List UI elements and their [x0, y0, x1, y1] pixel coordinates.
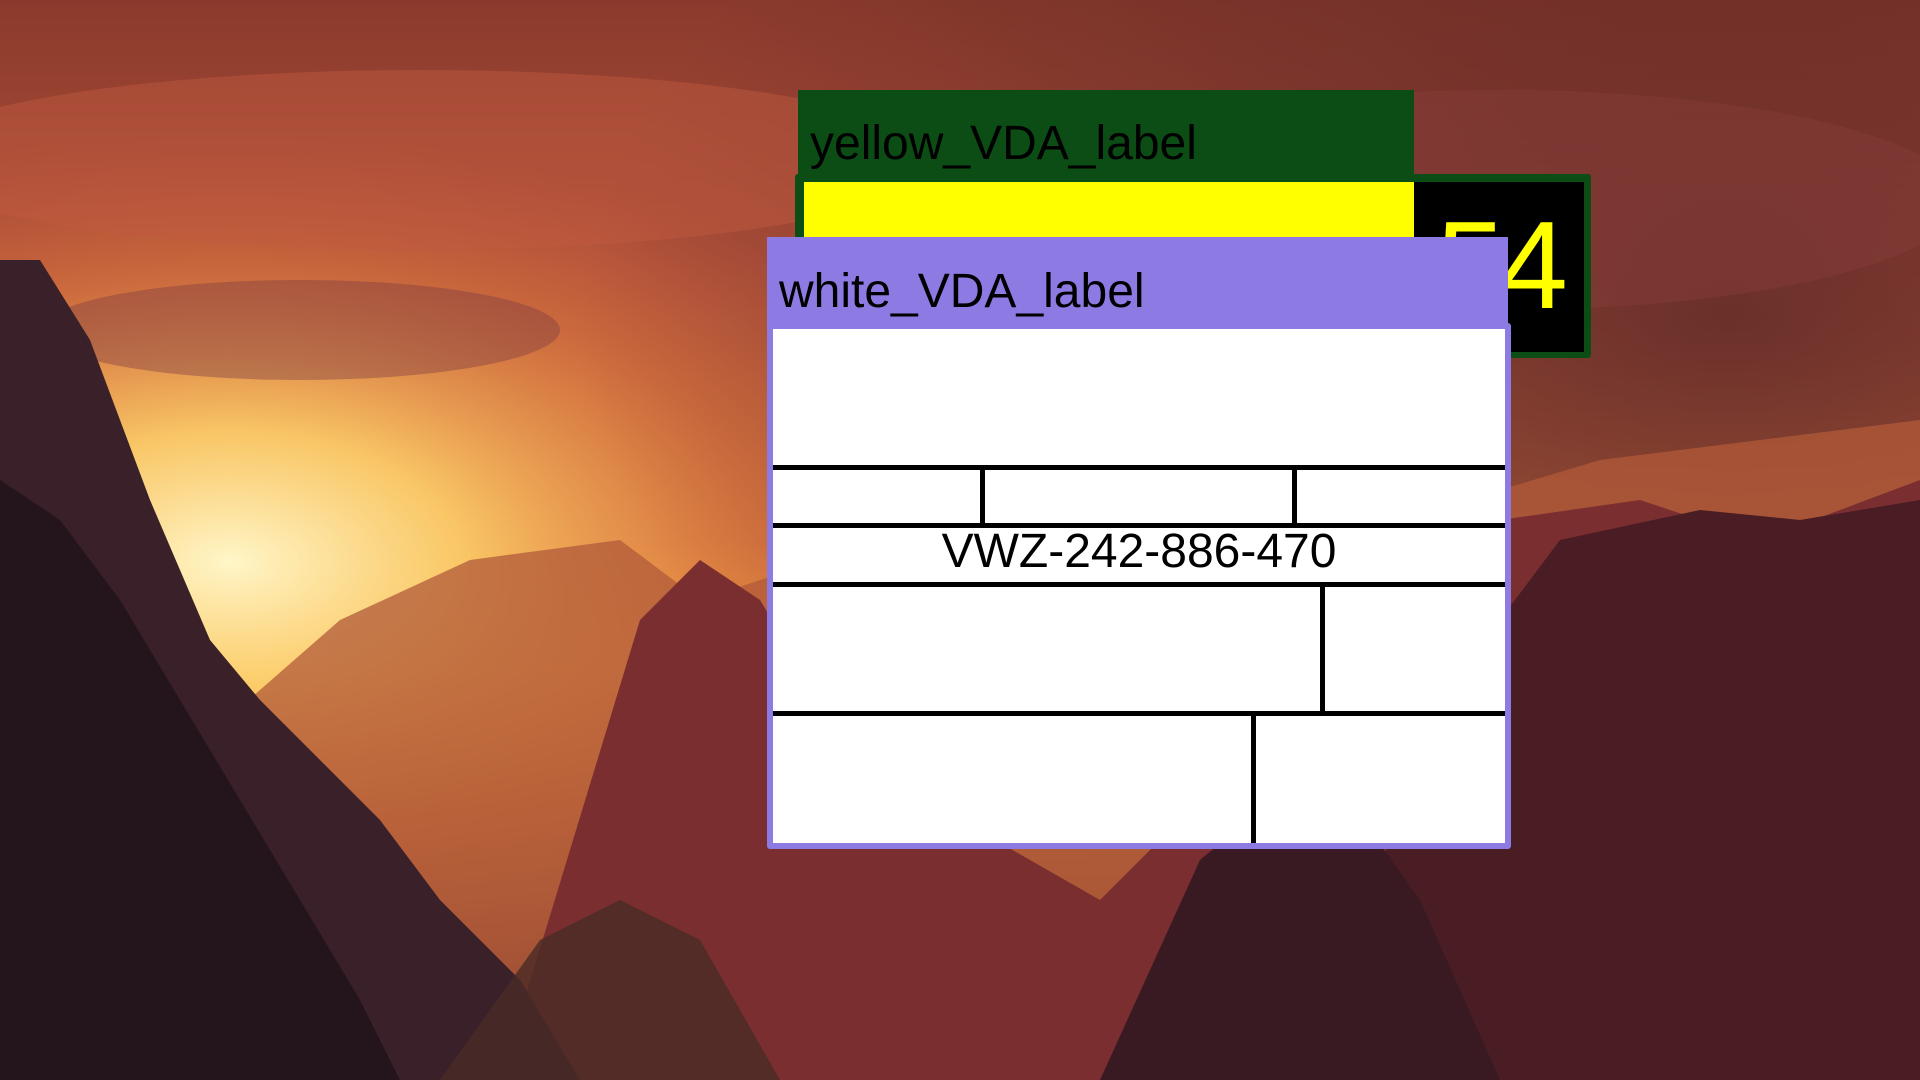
grid-rule — [1251, 711, 1256, 843]
white-window-title: white_VDA_label — [779, 265, 1145, 318]
grid-rule — [1320, 582, 1325, 711]
label-sheet: VWZ-242-886-470 — [773, 329, 1505, 843]
grid-rule — [773, 582, 1505, 587]
grid-rule — [1292, 465, 1297, 523]
grid-rule — [980, 465, 985, 523]
white-window-titlebar[interactable]: white_VDA_label — [767, 237, 1508, 327]
white-vda-window[interactable]: white_VDA_label VWZ-242-886-470 — [767, 237, 1511, 849]
grid-rule — [773, 711, 1505, 716]
serial-number: VWZ-242-886-470 — [941, 525, 1337, 578]
grid-rule — [773, 465, 1505, 470]
yellow-window-titlebar[interactable]: yellow_VDA_label — [798, 90, 1414, 176]
yellow-window-title: yellow_VDA_label — [810, 117, 1197, 170]
